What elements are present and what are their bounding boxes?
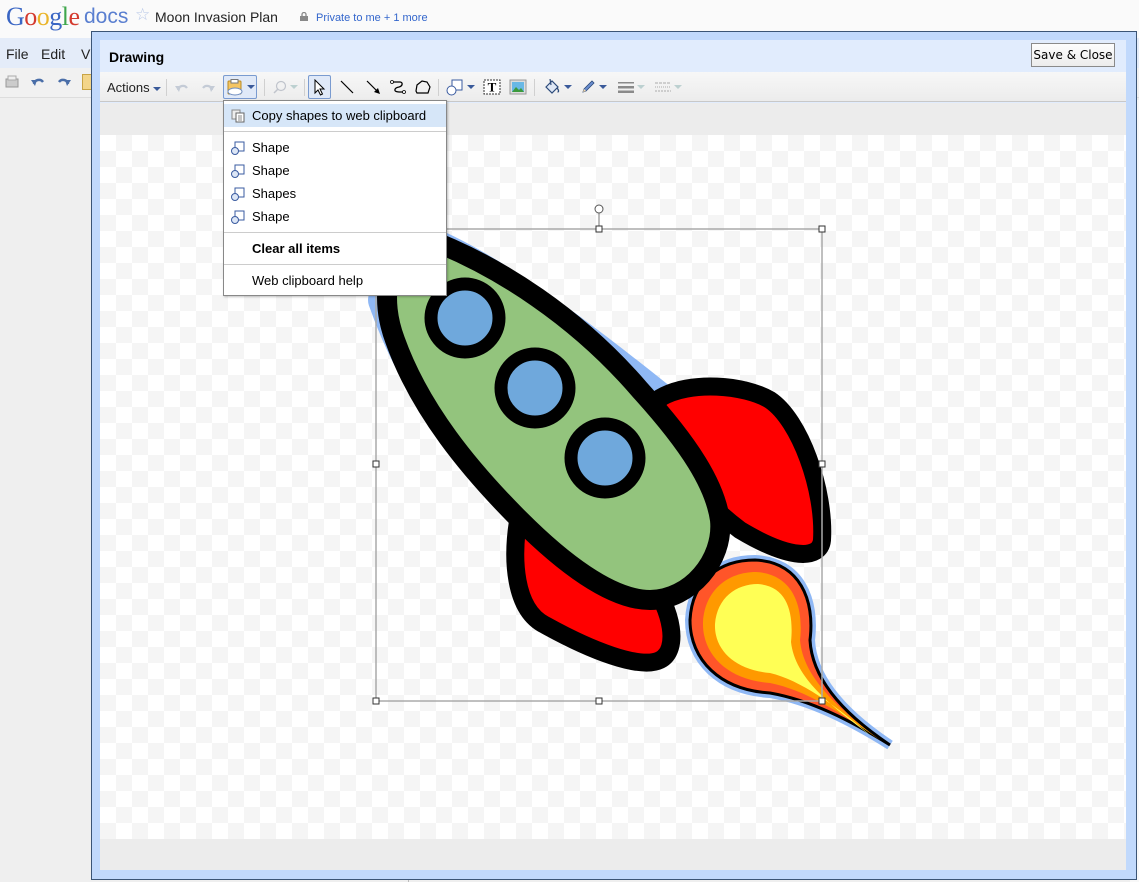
clipboard-item[interactable]: Shapes	[224, 182, 446, 205]
menu-item-copy-to-clipboard[interactable]: Copy shapes to web clipboard	[224, 104, 446, 127]
resize-handle-b[interactable]	[596, 698, 602, 704]
rocket-drawing[interactable]	[0, 0, 1139, 882]
rocket-window	[501, 354, 569, 422]
menu-item-label: Shape	[252, 163, 290, 178]
resize-handle-tr[interactable]	[819, 226, 825, 232]
clipboard-item[interactable]: Shape	[224, 159, 446, 182]
resize-handle-t[interactable]	[596, 226, 602, 232]
menu-item-label: Shape	[252, 140, 290, 155]
resize-handle-br[interactable]	[819, 698, 825, 704]
clipboard-item[interactable]: Shape	[224, 136, 446, 159]
resize-handle-bl[interactable]	[373, 698, 379, 704]
rocket-window	[571, 424, 639, 492]
menu-item-label: Shapes	[252, 186, 296, 201]
shape-icon	[231, 210, 245, 224]
menu-separator	[224, 131, 446, 132]
shape-icon	[231, 164, 245, 178]
menu-item-clear-all[interactable]: Clear all items	[224, 237, 446, 260]
shape-icon	[231, 141, 245, 155]
shape-icon	[231, 187, 245, 201]
menu-separator	[224, 232, 446, 233]
clipboard-item[interactable]: Shape	[224, 205, 446, 228]
menu-separator	[224, 264, 446, 265]
rotate-handle[interactable]	[595, 205, 603, 213]
menu-item-label: Shape	[252, 209, 290, 224]
web-clipboard-menu: Copy shapes to web clipboard Shape Shape…	[223, 100, 447, 296]
rocket-flame	[690, 560, 890, 745]
resize-handle-l[interactable]	[373, 461, 379, 467]
menu-item-help[interactable]: Web clipboard help	[224, 269, 446, 292]
copy-icon	[231, 109, 245, 123]
resize-handle-r[interactable]	[819, 461, 825, 467]
menu-item-label: Copy shapes to web clipboard	[252, 108, 426, 123]
